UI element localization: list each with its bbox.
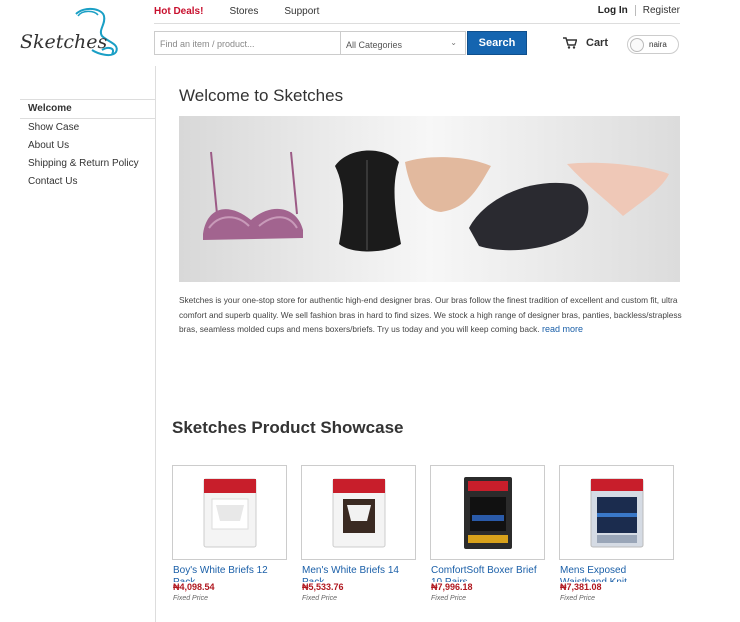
cart-label: Cart	[586, 37, 609, 49]
stores-link[interactable]: Stores	[229, 6, 258, 17]
intro-paragraph: Sketches is your one-stop store for auth…	[179, 293, 683, 337]
product-price: ₦5,533.76	[302, 582, 344, 592]
product-name[interactable]: Men's White Briefs 14 Pack	[301, 565, 416, 582]
search-button[interactable]: Search	[467, 31, 527, 55]
svg-text:Sketches: Sketches	[20, 31, 108, 53]
sidebar-item-show-case[interactable]: Show Case	[20, 119, 155, 137]
product-image[interactable]	[430, 465, 545, 560]
sidebar-item-welcome[interactable]: Welcome	[20, 99, 155, 119]
chevron-down-icon: ⌄	[450, 38, 457, 47]
account-links: Log In Register	[598, 5, 680, 16]
product-name[interactable]: ComfortSoft Boxer Brief 10 Pairs	[430, 565, 545, 582]
product-card[interactable]: Boy's White Briefs 12 Pack ₦4,098.54 Fix…	[172, 465, 287, 602]
currency-toggle[interactable]: naira	[627, 35, 679, 54]
sidebar-item-about-us[interactable]: About Us	[20, 137, 155, 155]
page-title: Welcome to Sketches	[179, 86, 344, 105]
top-navigation: Hot Deals! Stores Support	[154, 6, 345, 17]
product-name[interactable]: Mens Exposed Waistband Knit	[559, 565, 674, 582]
sidebar-item-contact-us[interactable]: Contact Us	[20, 173, 155, 191]
sketches-logo[interactable]: Sketches	[18, 6, 128, 62]
register-link[interactable]: Register	[643, 5, 680, 16]
product-card[interactable]: Mens Exposed Waistband Knit ₦7,381.08 Fi…	[559, 465, 674, 602]
intro-text: Sketches is your one-stop store for auth…	[179, 295, 682, 335]
product-price-type: Fixed Price	[173, 595, 209, 602]
showcase-title: Sketches Product Showcase	[172, 418, 404, 437]
category-select-value: All Categories	[346, 40, 403, 50]
read-more-link[interactable]: read more	[542, 324, 583, 334]
product-card[interactable]: Men's White Briefs 14 Pack ₦5,533.76 Fix…	[301, 465, 416, 602]
product-price-type: Fixed Price	[431, 595, 467, 602]
search-input[interactable]: Find an item / product...	[154, 31, 341, 55]
product-price-type: Fixed Price	[560, 595, 596, 602]
cart-button[interactable]: Cart	[563, 37, 608, 49]
product-price: ₦4,098.54	[173, 582, 215, 592]
product-image[interactable]	[301, 465, 416, 560]
sidebar-item-shipping-return[interactable]: Shipping & Return Policy	[20, 155, 155, 173]
product-price-type: Fixed Price	[302, 595, 338, 602]
hero-banner-image	[179, 116, 680, 282]
support-link[interactable]: Support	[284, 6, 319, 17]
product-price: ₦7,996.18	[431, 582, 473, 592]
cart-icon	[563, 37, 577, 49]
product-name[interactable]: Boy's White Briefs 12 Pack	[172, 565, 287, 582]
product-price: ₦7,381.08	[560, 582, 602, 592]
hot-deals-link[interactable]: Hot Deals!	[154, 6, 203, 17]
header-divider	[154, 23, 680, 24]
product-image[interactable]	[172, 465, 287, 560]
category-select[interactable]: All Categories ⌄	[341, 31, 466, 55]
toggle-knob	[630, 37, 644, 52]
product-card[interactable]: ComfortSoft Boxer Brief 10 Pairs ₦7,996.…	[430, 465, 545, 602]
currency-label: naira	[649, 40, 667, 49]
product-image[interactable]	[559, 465, 674, 560]
login-link[interactable]: Log In	[598, 5, 628, 16]
sidebar-nav: Welcome Show Case About Us Shipping & Re…	[20, 99, 155, 191]
sidebar-divider	[155, 66, 156, 622]
divider	[634, 5, 636, 16]
